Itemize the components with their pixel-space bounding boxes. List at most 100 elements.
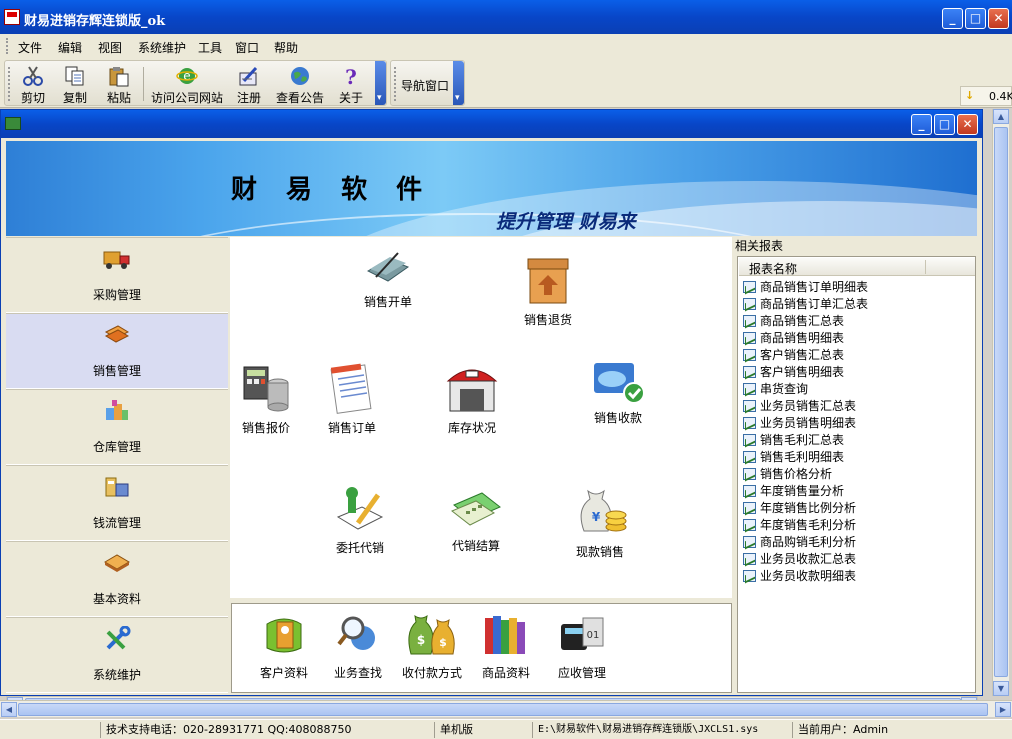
calculator-icon xyxy=(448,487,504,533)
calculator-coins-icon xyxy=(240,363,292,415)
business-search-button[interactable]: 业务查找 xyxy=(330,612,386,681)
vertical-scroll-thumb[interactable] xyxy=(994,127,1008,677)
status-bar: 技术支持电话：020-28931771 QQ:408088750 单机版 E:\… xyxy=(0,719,1012,739)
child-maximize-button[interactable]: □ xyxy=(934,114,955,135)
outer-horizontal-scrollbar[interactable]: ◀ ▶ xyxy=(0,700,1012,717)
report-item[interactable]: 商品销售明细表 xyxy=(742,330,974,347)
sales-order-entry-button[interactable]: 销售开单 xyxy=(356,249,420,310)
books-stack-icon xyxy=(102,322,132,348)
report-chart-icon xyxy=(743,349,756,361)
toolbar-grip[interactable] xyxy=(394,67,397,101)
report-chart-icon xyxy=(743,519,756,531)
consignment-button[interactable]: 委托代销 xyxy=(328,483,392,556)
cut-button[interactable]: 剪切 xyxy=(17,65,49,106)
copy-button[interactable]: 复制 xyxy=(59,65,91,106)
menu-edit[interactable]: 编辑 xyxy=(58,39,82,56)
sales-quote-button[interactable]: 销售报价 xyxy=(236,363,296,436)
scroll-down-button[interactable]: ▼ xyxy=(993,681,1009,696)
menu-view[interactable]: 视图 xyxy=(98,39,122,56)
payment-method-button[interactable]: $ $ 收付款方式 xyxy=(400,612,464,681)
menu-window[interactable]: 窗口 xyxy=(235,39,259,56)
close-button[interactable]: ✕ xyxy=(988,8,1009,29)
report-item[interactable]: 年度销售比例分析 xyxy=(742,500,974,517)
sidebar-item-warehouse[interactable]: 仓库管理 xyxy=(6,389,228,465)
book-icon xyxy=(102,550,132,576)
report-item[interactable]: 客户销售汇总表 xyxy=(742,347,974,364)
tools-icon xyxy=(102,625,132,652)
minimize-button[interactable]: _ xyxy=(942,8,963,29)
report-item[interactable]: 商品销售订单汇总表 xyxy=(742,296,974,313)
money-bags-icon: $ $ xyxy=(407,612,457,658)
report-item[interactable]: 销售毛利汇总表 xyxy=(742,432,974,449)
sales-order-button[interactable]: 销售订单 xyxy=(320,361,384,436)
report-item[interactable]: 商品购销毛利分析 xyxy=(742,534,974,551)
sales-return-button[interactable]: 销售退货 xyxy=(516,255,580,328)
report-item[interactable]: 年度销售毛利分析 xyxy=(742,517,974,534)
order-sheet-icon xyxy=(328,361,376,415)
magnifier-globe-icon xyxy=(335,612,381,658)
sales-receipt-button[interactable]: 销售收款 xyxy=(586,359,650,426)
toolbar-grip[interactable] xyxy=(8,67,11,101)
report-item[interactable]: 商品销售订单明细表 xyxy=(742,279,974,296)
report-item[interactable]: 业务员收款汇总表 xyxy=(742,551,974,568)
navigation-window-titlebar: _ □ ✕ xyxy=(1,110,982,138)
report-item[interactable]: 销售毛利明细表 xyxy=(742,449,974,466)
child-close-button[interactable]: ✕ xyxy=(957,114,978,135)
report-item[interactable]: 业务员收款明细表 xyxy=(742,568,974,585)
svg-text:01: 01 xyxy=(587,630,600,641)
consignment-settlement-button[interactable]: 代销结算 xyxy=(444,487,508,554)
nav-toolbar-overflow-button[interactable] xyxy=(453,61,464,105)
child-minimize-button[interactable]: _ xyxy=(911,114,932,135)
scroll-right-button[interactable]: ▶ xyxy=(995,702,1011,717)
report-chart-icon xyxy=(743,400,756,412)
visit-website-button[interactable]: e 访问公司网站 xyxy=(149,65,225,106)
report-item[interactable]: 年度销售量分析 xyxy=(742,483,974,500)
horizontal-scroll-thumb[interactable] xyxy=(18,703,988,716)
view-notice-button[interactable]: 查看公告 xyxy=(275,65,325,106)
maximize-button[interactable]: □ xyxy=(965,8,986,29)
truck-icon xyxy=(102,246,132,272)
sidebar-item-sales[interactable]: 销售管理 xyxy=(6,313,228,389)
money-bag-icon: ¥ xyxy=(572,487,628,539)
cash-sale-button[interactable]: ¥ 现款销售 xyxy=(568,487,632,560)
report-chart-icon xyxy=(743,366,756,378)
report-item[interactable]: 业务员销售明细表 xyxy=(742,415,974,432)
current-user: 当前用户：Admin xyxy=(792,722,896,738)
register-button[interactable]: 注册 xyxy=(233,65,265,106)
report-item[interactable]: 商品销售汇总表 xyxy=(742,313,974,330)
inventory-status-button[interactable]: 库存状况 xyxy=(440,359,504,436)
receivables-button[interactable]: 01 应收管理 xyxy=(554,612,610,681)
globe-icon xyxy=(289,65,311,87)
scroll-left-button[interactable]: ◀ xyxy=(1,702,17,717)
report-chart-icon xyxy=(743,451,756,463)
nav-window-button[interactable]: 导航窗口 xyxy=(401,77,449,94)
sidebar-item-purchase[interactable]: 采购管理 xyxy=(6,237,228,313)
report-list-header[interactable]: 报表名称 xyxy=(739,258,975,276)
toolbar-separator xyxy=(143,67,144,101)
about-button[interactable]: ? 关于 xyxy=(335,65,367,106)
report-item[interactable]: 业务员销售汇总表 xyxy=(742,398,974,415)
menu-file[interactable]: 文件 xyxy=(18,39,42,56)
report-item[interactable]: 客户销售明细表 xyxy=(742,364,974,381)
help-icon: ? xyxy=(340,65,362,89)
sidebar-item-cashflow[interactable]: 钱流管理 xyxy=(6,465,228,541)
svg-text:$: $ xyxy=(439,636,447,649)
report-item[interactable]: 串货查询 xyxy=(742,381,974,398)
product-data-button[interactable]: 商品资料 xyxy=(478,612,534,681)
scroll-up-button[interactable]: ▲ xyxy=(993,109,1009,124)
sidebar-item-system[interactable]: 系统维护 xyxy=(6,617,228,693)
sidebar-item-basic-data[interactable]: 基本资料 xyxy=(6,541,228,617)
toolbar-overflow-button[interactable] xyxy=(375,61,386,105)
related-reports-title: 相关报表 xyxy=(735,239,784,253)
menu-tools[interactable]: 工具 xyxy=(198,39,222,56)
outer-vertical-scrollbar[interactable]: ▲ ▼ xyxy=(992,109,1009,696)
paste-button[interactable]: 粘贴 xyxy=(103,65,135,106)
menu-system[interactable]: 系统维护 xyxy=(138,39,186,56)
menu-help[interactable]: 帮助 xyxy=(274,39,298,56)
navigation-window: _ □ ✕ 财 易 软 件 提升管理 财易来 采购管理 销售管理 仓库管理 钱流… xyxy=(0,109,983,713)
customer-data-button[interactable]: 客户资料 xyxy=(256,612,312,681)
menu-bar: 文件 编辑 视图 系统维护 工具 窗口 帮助 xyxy=(0,34,1012,58)
main-toolbar: 剪切 复制 粘贴 e 访问公司网站 注册 查看公告 ? 关于 ▾ xyxy=(4,60,387,106)
report-item[interactable]: 销售价格分析 xyxy=(742,466,974,483)
report-chart-icon xyxy=(743,315,756,327)
